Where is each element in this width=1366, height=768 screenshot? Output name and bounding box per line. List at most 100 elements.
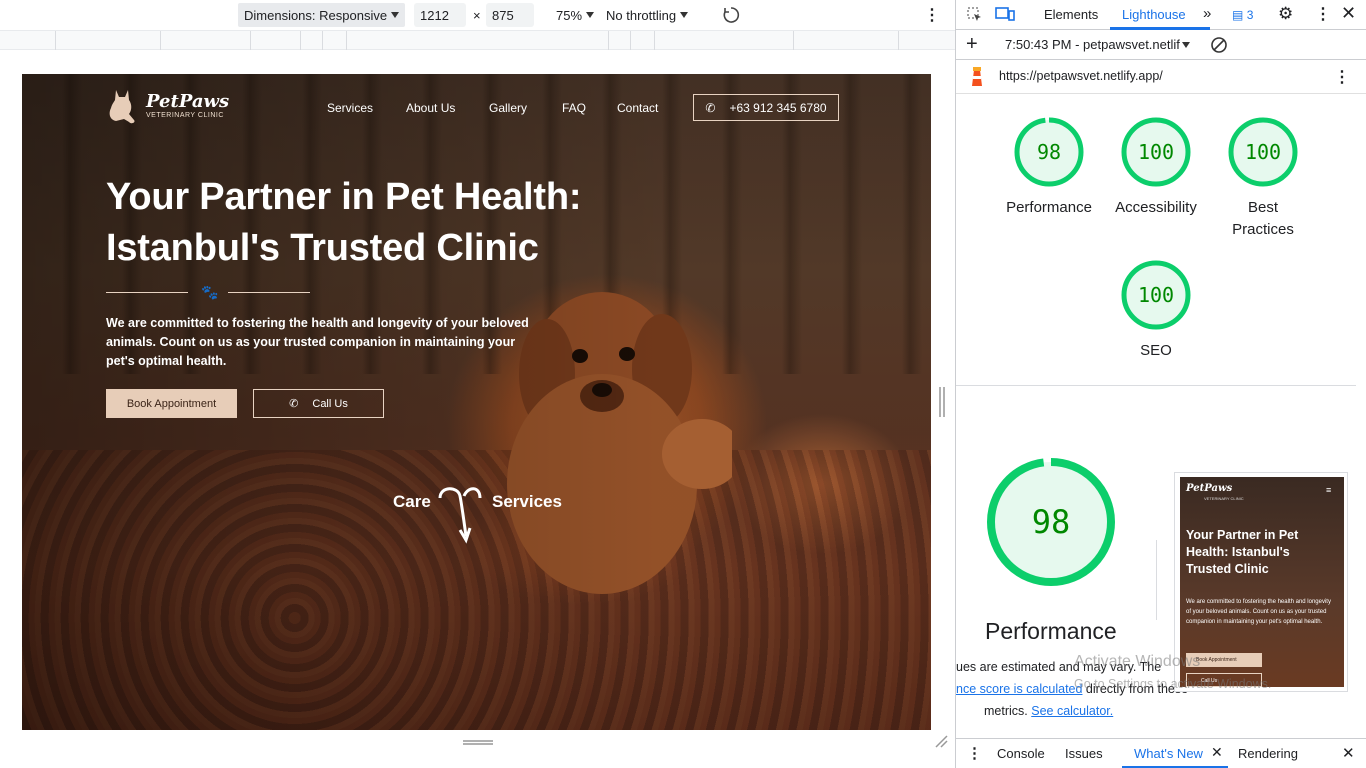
rotate-icon[interactable] [722, 3, 740, 27]
chevron-down-icon[interactable] [1182, 42, 1190, 48]
report-url[interactable]: https://petpawsvet.netlify.app/ [999, 69, 1163, 83]
tab-elements[interactable]: Elements [1044, 7, 1098, 22]
device-preview-pane: Dimensions: Responsive 1212 × 875 75% No… [0, 0, 955, 768]
nav-faq[interactable]: FAQ [562, 101, 586, 115]
settings-gear-icon[interactable]: ⚙ [1278, 4, 1293, 24]
see-calculator-link[interactable]: See calculator. [1031, 704, 1113, 718]
height-input[interactable]: 875 [486, 3, 534, 27]
score-gauge-best-practices[interactable]: 100 [1228, 117, 1298, 187]
score-gauge-seo[interactable]: 100 [1121, 260, 1191, 330]
note-metrics: metrics. [984, 704, 1032, 718]
thumb-logo: PetPaws [1186, 483, 1233, 494]
media-query-ruler [0, 30, 955, 50]
throttling-label: No throttling [606, 7, 677, 23]
divider-left [106, 292, 188, 293]
nav-about[interactable]: About Us [406, 101, 455, 115]
lighthouse-icon [972, 67, 982, 86]
issues-count: 3 [1246, 8, 1254, 22]
zoom-dropdown[interactable]: 75% [556, 3, 595, 27]
drawer-tabbar: ⋮ Console Issues What's New ✕ Rendering … [956, 738, 1366, 768]
page-viewport: PetPaws VETERINARY CLINIC Services About… [22, 74, 931, 730]
close-tab-icon[interactable]: ✕ [1211, 744, 1223, 761]
dimensions-dropdown[interactable]: Dimensions: Responsive [238, 3, 406, 27]
scroll-arrow-icon[interactable] [434, 482, 486, 544]
cat-logo-icon [109, 90, 135, 124]
score-value: 100 [1138, 283, 1174, 307]
new-report-plus-icon[interactable]: + [966, 33, 978, 56]
big-score-value: 98 [1032, 503, 1071, 541]
drawer-tab-whats-new[interactable]: What's New [1134, 746, 1203, 761]
divider-right [228, 292, 310, 293]
hero-lead: We are committed to fostering the health… [106, 316, 529, 368]
thumb-lead: We are committed to fostering the health… [1186, 599, 1331, 625]
more-options-icon[interactable]: ⋮ [1315, 4, 1331, 24]
throttling-dropdown[interactable]: No throttling [606, 3, 689, 27]
nav-contact[interactable]: Contact [617, 101, 658, 115]
score-calculated-link[interactable]: nce score is calculated [956, 682, 1082, 696]
nav-services[interactable]: Services [327, 101, 373, 115]
nav-gallery[interactable]: Gallery [489, 101, 527, 115]
close-drawer-icon[interactable]: ✕ [1342, 744, 1355, 762]
logo-subtitle: VETERINARY CLINIC [146, 112, 224, 119]
score-gauge-performance[interactable]: 98 [1014, 117, 1084, 187]
device-toggle-icon[interactable] [995, 6, 1015, 23]
phone-icon: ✆ [705, 100, 716, 115]
thumb-logo-sub: VETERINARY CLINIC [1204, 496, 1244, 501]
chevron-down-icon [391, 12, 400, 18]
logo-name: PetPaws [146, 91, 230, 112]
call-us-label: Call Us [312, 397, 348, 410]
zoom-label: 75% [556, 7, 583, 23]
watermark-line-1: Activate Windows [1074, 653, 1201, 670]
message-icon: ▤ [1232, 8, 1244, 22]
drawer-tab-issues[interactable]: Issues [1065, 746, 1103, 761]
score-value: 100 [1138, 140, 1174, 164]
more-options-icon[interactable]: ⋮ [967, 744, 982, 762]
score-value: 100 [1245, 140, 1281, 164]
clear-icon[interactable] [1210, 36, 1228, 54]
services-label: Services [492, 492, 562, 511]
score-label: Performance [1006, 199, 1092, 216]
book-appointment-button[interactable]: Book Appointment [106, 389, 237, 418]
note-line-3: metrics. See calculator. [984, 704, 1113, 718]
hero-headline: Your Partner in Pet Health: Istanbul's T… [106, 176, 582, 269]
call-us-button[interactable]: ✆ Call Us [253, 389, 384, 418]
width-input[interactable]: 1212 [414, 3, 466, 27]
chevron-down-icon [680, 12, 689, 18]
more-tabs-icon[interactable]: » [1203, 5, 1211, 22]
chevron-down-icon [586, 12, 595, 18]
inspect-element-icon[interactable] [966, 6, 983, 23]
tab-lighthouse[interactable]: Lighthouse [1122, 7, 1186, 22]
score-gauge-accessibility[interactable]: 100 [1121, 117, 1191, 187]
more-options-icon[interactable]: ⋮ [1334, 67, 1350, 87]
hamburger-icon: ≡ [1326, 485, 1332, 495]
score-value: 98 [1037, 140, 1061, 164]
phone-button[interactable]: ✆ +63 912 345 6780 [693, 94, 839, 121]
resize-handle-side[interactable] [939, 387, 945, 417]
report-select[interactable]: 7:50:43 PM - petpawsvet.netlif [1005, 37, 1180, 52]
drawer-tab-rendering[interactable]: Rendering [1238, 746, 1298, 761]
device-toolbar: Dimensions: Responsive 1212 × 875 75% No… [0, 0, 955, 30]
watermark-line-2: Go to Settings to activate Windows. [1074, 677, 1272, 691]
phone-icon: ✆ [289, 398, 299, 410]
phone-number: +63 912 345 6780 [729, 100, 827, 115]
site-logo[interactable]: PetPaws VETERINARY CLINIC [102, 84, 229, 126]
big-score-label: Performance [985, 618, 1117, 644]
devtools-panel: Elements Lighthouse » ▤ 3 ⚙ ⋮ ✕ + 7:50:4… [955, 0, 1366, 768]
more-options-icon[interactable]: ⋮ [924, 3, 940, 27]
drawer-tab-console[interactable]: Console [997, 746, 1045, 761]
issues-badge[interactable]: ▤ 3 [1232, 8, 1253, 22]
separator [956, 385, 1356, 386]
resize-corner-icon[interactable] [934, 734, 948, 748]
score-label: Best Practices [1232, 199, 1294, 238]
score-label: Accessibility [1115, 199, 1197, 216]
big-performance-gauge: 98 [987, 458, 1115, 586]
close-icon[interactable]: ✕ [1341, 3, 1356, 24]
resize-handle-bottom[interactable] [463, 740, 493, 745]
paw-icon: 🐾 [201, 284, 219, 300]
devtools-tabbar: Elements Lighthouse » ▤ 3 ⚙ ⋮ ✕ [956, 0, 1366, 30]
score-label: SEO [1140, 342, 1172, 359]
times-sign: × [473, 7, 481, 23]
dimensions-label: Dimensions: Responsive [244, 7, 388, 23]
vertical-divider [1156, 540, 1157, 620]
lighthouse-toolbar: + 7:50:43 PM - petpawsvet.netlif [956, 30, 1366, 60]
